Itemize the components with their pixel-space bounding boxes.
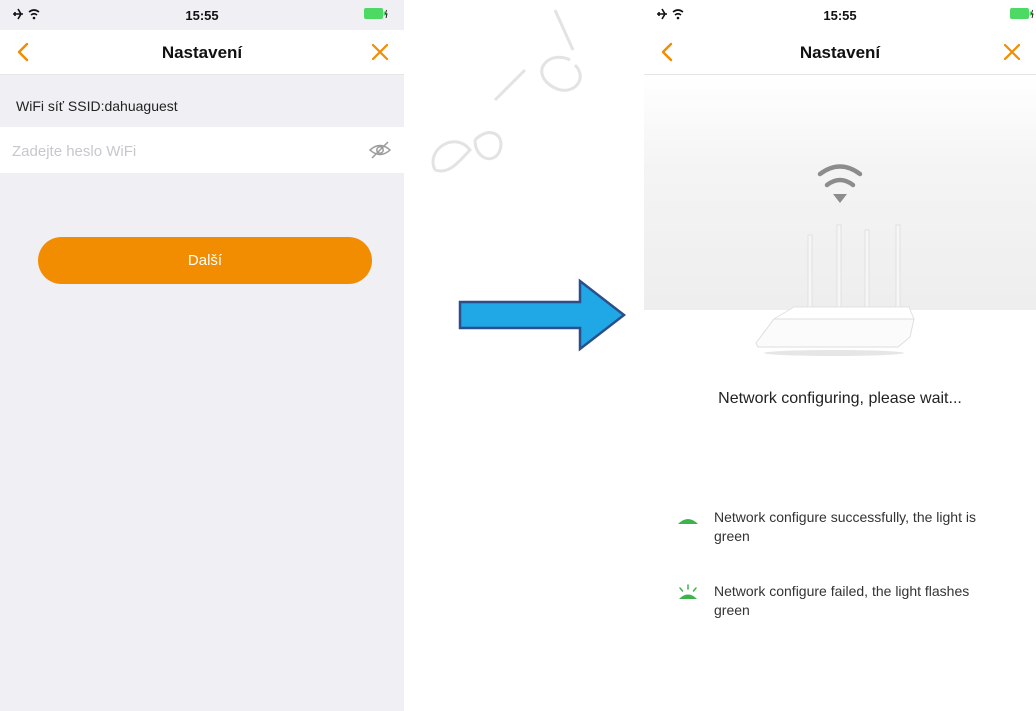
page-title: Nastavení [161, 43, 243, 62]
page-title: Nastavení [799, 43, 881, 62]
battery-icon [1010, 8, 1034, 19]
status-time: 15:55 [823, 8, 857, 23]
light-steady-icon [678, 519, 698, 524]
network-config-screen: 15:55 Nastavení Network configuring, ple… [644, 0, 1036, 711]
close-icon[interactable] [1002, 42, 1022, 62]
battery-icon [364, 8, 388, 19]
light-flashing-icon [679, 584, 697, 599]
nav-bar: Nastavení [0, 30, 404, 75]
legend-failed-text: Network configure failed, the light flas… [714, 583, 970, 618]
status-bar: 15:55 [644, 0, 1036, 30]
nav-bar: Nastavení [644, 30, 1036, 75]
arrow-right-icon [458, 278, 627, 352]
password-row [0, 127, 404, 173]
status-bar: 15:55 [0, 0, 404, 30]
wifi-password-input[interactable] [10, 135, 354, 167]
wifi-setup-screen: 15:55 Nastavení WiFi síť SSID:dahuaguest… [0, 0, 404, 711]
next-button[interactable]: Další [38, 237, 372, 284]
status-time: 15:55 [185, 8, 219, 23]
ssid-label: WiFi síť SSID:dahuaguest [16, 98, 178, 114]
config-status-text: Network configuring, please wait... [718, 390, 962, 407]
watermark [431, 9, 582, 173]
wifi-signal-icon [817, 164, 863, 188]
eye-slash-icon[interactable] [368, 139, 392, 161]
close-icon[interactable] [370, 42, 390, 62]
router-illustration [755, 164, 915, 356]
legend-success-text: Network configure successfully, the ligh… [714, 509, 976, 544]
